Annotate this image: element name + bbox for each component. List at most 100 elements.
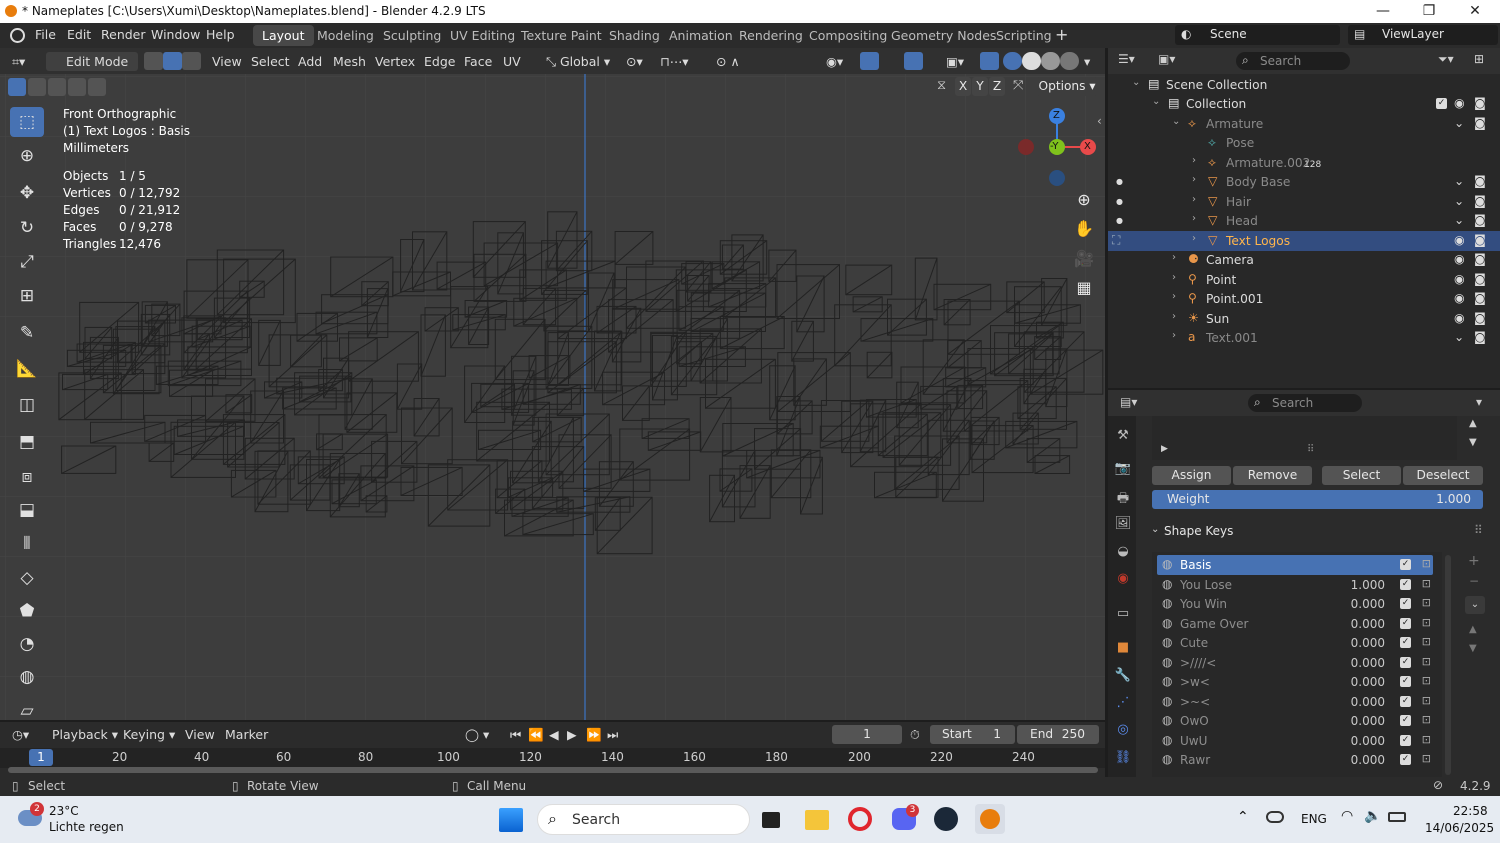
scene-tab-icon[interactable]: ◒ (1113, 544, 1133, 564)
minimize-button[interactable]: — (1360, 0, 1406, 23)
jump-keyframe-forward-icon[interactable]: ⏩ (586, 725, 602, 744)
opera-icon[interactable] (848, 807, 872, 831)
spin-tool-icon[interactable]: ◔ (10, 629, 44, 659)
shape-key-mute-checkbox[interactable]: ✓ (1400, 695, 1411, 707)
properties-search-input[interactable]: ⌕ Search (1248, 394, 1362, 412)
collapse-chevron-icon[interactable]: › (1172, 291, 1176, 302)
move-tool-icon[interactable]: ✥ (10, 178, 44, 208)
xray-toggle-icon[interactable] (980, 52, 999, 70)
edge-select-icon[interactable] (163, 52, 182, 70)
jump-start-icon[interactable]: ⏮ (510, 725, 521, 744)
render-camera-icon[interactable]: ◙ (1474, 213, 1486, 227)
filter-icon[interactable]: ⏷▾ (1438, 52, 1454, 67)
battery-icon[interactable] (1388, 812, 1406, 822)
hidden-eye-icon[interactable]: ⌄ (1454, 174, 1464, 188)
select-mode-intersect-icon[interactable] (88, 78, 106, 96)
shading-options-icon[interactable]: ▾ (1084, 52, 1090, 71)
scale-tool-icon[interactable]: ⤢ (10, 247, 44, 277)
outliner-row[interactable]: › ⚲ Point.001 ◉ ◙ (1108, 289, 1500, 309)
visibility-icon[interactable]: ◉▾ (826, 52, 843, 71)
eye-icon[interactable]: ◉ (1454, 96, 1465, 110)
shape-key-value[interactable]: 0.000 (1351, 714, 1385, 728)
shape-key-value[interactable]: 0.000 (1351, 656, 1385, 670)
scroll-down-icon[interactable]: ▼ (1469, 437, 1477, 448)
collapse-chevron-icon[interactable]: › (1192, 194, 1196, 205)
view-layer-tab-icon[interactable]: 🖼 (1113, 516, 1133, 536)
shape-key-row[interactable]: ◍ You Win 0.000 ✓ ⊡ (1157, 594, 1433, 614)
add-workspace-icon[interactable]: + (1055, 25, 1068, 44)
lock-icon[interactable]: ⊡ (1422, 596, 1431, 609)
shape-key-mute-checkbox[interactable]: ✓ (1400, 715, 1411, 726)
menu-face[interactable]: Face (464, 52, 492, 71)
outliner-row[interactable]: ⌄ ▤ Scene Collection (1108, 75, 1500, 95)
tab-layout[interactable]: Layout (253, 25, 314, 46)
inset-tool-icon[interactable]: ⧈ (10, 462, 44, 492)
weather-widget[interactable]: 2 23°C Lichte regen (18, 802, 138, 838)
menu-render[interactable]: Render (101, 27, 146, 42)
shape-key-mute-checkbox[interactable]: ✓ (1400, 637, 1411, 648)
outliner-row[interactable]: ⌄ ⟡ Armature ⌄ ◙ (1108, 114, 1500, 134)
shape-key-row[interactable]: ◍ >////< 0.000 ✓ ⊡ (1157, 653, 1433, 673)
lock-icon[interactable]: ⊡ (1422, 752, 1431, 765)
gizmo-toggle-icon[interactable] (860, 52, 879, 70)
lock-icon[interactable]: ⊡ (1422, 733, 1431, 746)
zoom-icon[interactable]: ⊕ (1070, 186, 1098, 214)
expand-chevron-icon[interactable]: ⌄ (1132, 77, 1140, 88)
snap-icon[interactable]: ⊓⋯▾ (660, 52, 689, 71)
show-hidden-icons[interactable]: ⌃ (1237, 809, 1249, 825)
rotate-tool-icon[interactable]: ↻ (10, 213, 44, 243)
current-frame-field[interactable]: 1 (832, 725, 902, 744)
outliner-editor-type-icon[interactable]: ☰▾ (1118, 52, 1135, 66)
lock-icon[interactable]: ⊡ (1422, 616, 1431, 629)
bevel-tool-icon[interactable]: ⬓ (10, 495, 44, 525)
menu-marker[interactable]: Marker (225, 725, 268, 744)
clock-date[interactable]: 14/06/2025 (1425, 821, 1494, 835)
outliner-row[interactable]: › ⚲ Point ◉ ◙ (1108, 270, 1500, 290)
render-camera-icon[interactable]: ◙ (1474, 233, 1486, 247)
eye-icon[interactable]: ◉ (1454, 311, 1465, 325)
taskbar-search-box[interactable]: ⌕ Search (537, 804, 750, 835)
menu-window[interactable]: Window (151, 27, 200, 42)
transform-orientation[interactable]: ⤡ Global ▾ (546, 52, 610, 71)
close-button[interactable]: ✕ (1452, 0, 1498, 23)
shape-key-value[interactable]: 0.000 (1351, 636, 1385, 650)
panel-drag-icon[interactable]: ⠿ (1474, 523, 1483, 537)
deselect-button[interactable]: Deselect (1403, 466, 1483, 485)
lock-icon[interactable]: ⊡ (1422, 577, 1431, 590)
list-resize-handle-icon[interactable]: ⠿ (1307, 444, 1314, 455)
collapse-chevron-icon[interactable]: › (1172, 311, 1176, 322)
onedrive-cloud-icon[interactable] (1266, 811, 1284, 823)
lock-icon[interactable]: ⊡ (1422, 655, 1431, 668)
move-shape-key-up-icon[interactable]: ▲ (1469, 624, 1477, 635)
blender-menu-icon[interactable] (10, 28, 25, 43)
ortho-grid-icon[interactable]: ▦ (1070, 274, 1098, 302)
eye-icon[interactable]: ◉ (1454, 291, 1465, 305)
modifier-tab-icon[interactable]: 🔧 (1113, 668, 1133, 688)
collapse-chevron-icon[interactable]: › (1172, 272, 1176, 283)
tab-shading[interactable]: Shading (600, 25, 669, 46)
poly-build-tool-icon[interactable]: ⬟ (10, 596, 44, 626)
shape-key-row[interactable]: ◍ >w< 0.000 ✓ ⊡ (1157, 672, 1433, 692)
menu-vertex[interactable]: Vertex (375, 52, 415, 71)
lock-icon[interactable]: ⊡ (1422, 635, 1431, 648)
file-explorer-icon[interactable] (805, 810, 829, 830)
axis-y-toggle[interactable]: Y (972, 77, 988, 96)
remove-shape-key-icon[interactable]: − (1469, 574, 1479, 588)
select-button[interactable]: Select (1322, 466, 1401, 485)
shape-key-value[interactable]: 0.000 (1351, 597, 1385, 611)
outliner-row[interactable]: › ⟡ Armature.002 128 (1108, 153, 1500, 173)
output-tab-icon[interactable]: 🖶 (1113, 489, 1133, 509)
outliner-row[interactable]: › ☀ Sun ◉ ◙ (1108, 309, 1500, 329)
shape-key-mute-checkbox[interactable]: ✓ (1400, 734, 1411, 746)
render-tab-icon[interactable]: 📷 (1113, 461, 1133, 481)
knife-tool-icon[interactable]: ◇ (10, 563, 44, 593)
play-reverse-icon[interactable]: ◀ (549, 725, 559, 744)
outliner-search-input[interactable]: ⌕ Search (1236, 52, 1350, 70)
add-shape-key-icon[interactable]: + (1468, 553, 1480, 569)
shape-key-value[interactable]: 0.000 (1351, 617, 1385, 631)
timeline-editor-type-icon[interactable]: ◷▾ (12, 725, 29, 744)
collapse-chevron-icon[interactable]: › (1192, 213, 1196, 224)
shape-key-value[interactable]: 0.000 (1351, 734, 1385, 748)
expand-chevron-icon[interactable]: ⌄ (1152, 96, 1160, 107)
playhead-marker[interactable]: 1 (29, 749, 53, 766)
